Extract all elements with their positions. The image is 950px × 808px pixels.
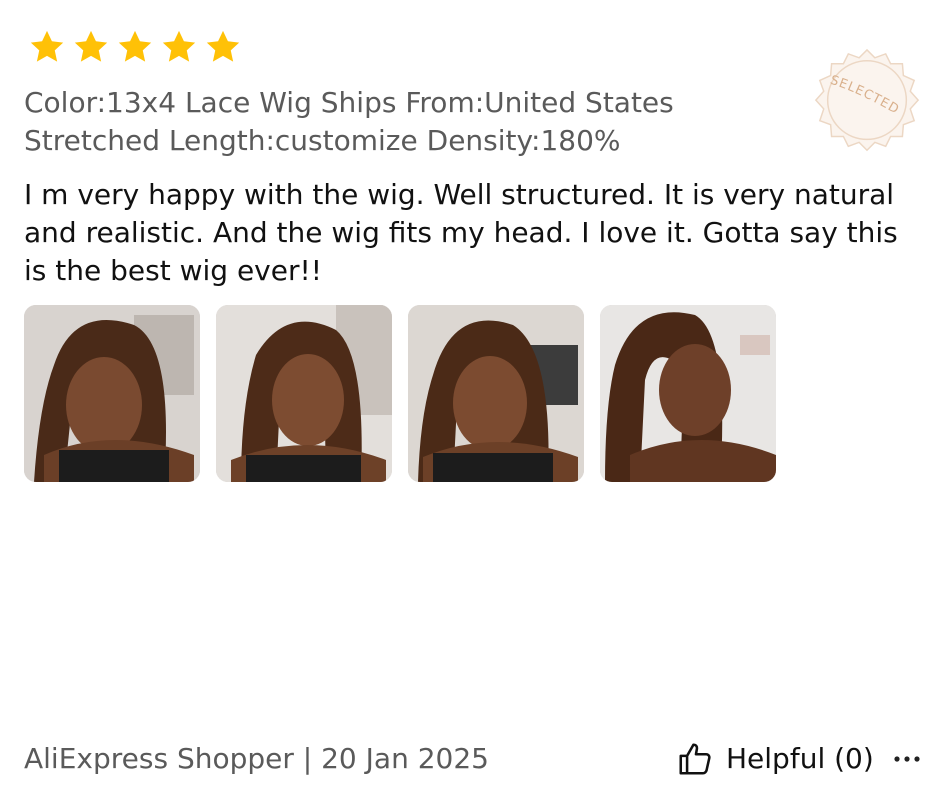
- more-button[interactable]: [890, 737, 924, 781]
- star-icon: [74, 30, 108, 62]
- photo-illustration: [600, 305, 776, 482]
- photo-illustration: [24, 305, 200, 482]
- product-attributes: Color:13x4 Lace Wig Ships From:United St…: [24, 84, 854, 160]
- helpful-label: Helpful (0): [726, 742, 874, 775]
- more-dots-icon: [894, 756, 920, 762]
- photo-illustration: [216, 305, 392, 482]
- attr-density: Density:180%: [426, 124, 621, 157]
- star-icon: [118, 30, 152, 62]
- photo-illustration: [408, 305, 584, 482]
- review-photo[interactable]: [408, 305, 584, 482]
- attr-ships-from: Ships From:United States: [320, 86, 674, 119]
- review-photo[interactable]: [600, 305, 776, 482]
- author-date: AliExpress Shopper | 20 Jan 2025: [24, 742, 489, 775]
- review-photo[interactable]: [24, 305, 200, 482]
- review-photo[interactable]: [216, 305, 392, 482]
- review-text: I m very happy with the wig. Well struct…: [24, 178, 898, 287]
- star-icon: [206, 30, 240, 62]
- rating-stars: [28, 28, 242, 66]
- review-photos: [24, 305, 776, 482]
- review-footer: AliExpress Shopper | 20 Jan 2025 Helpful…: [24, 737, 924, 781]
- helpful-button[interactable]: Helpful (0): [676, 737, 874, 781]
- attr-stretched-length: Stretched Length:customize: [24, 124, 418, 157]
- attr-color: Color:13x4 Lace Wig: [24, 86, 312, 119]
- star-icon: [30, 30, 64, 62]
- thumbs-up-icon: [679, 743, 711, 775]
- star-icon: [162, 30, 196, 62]
